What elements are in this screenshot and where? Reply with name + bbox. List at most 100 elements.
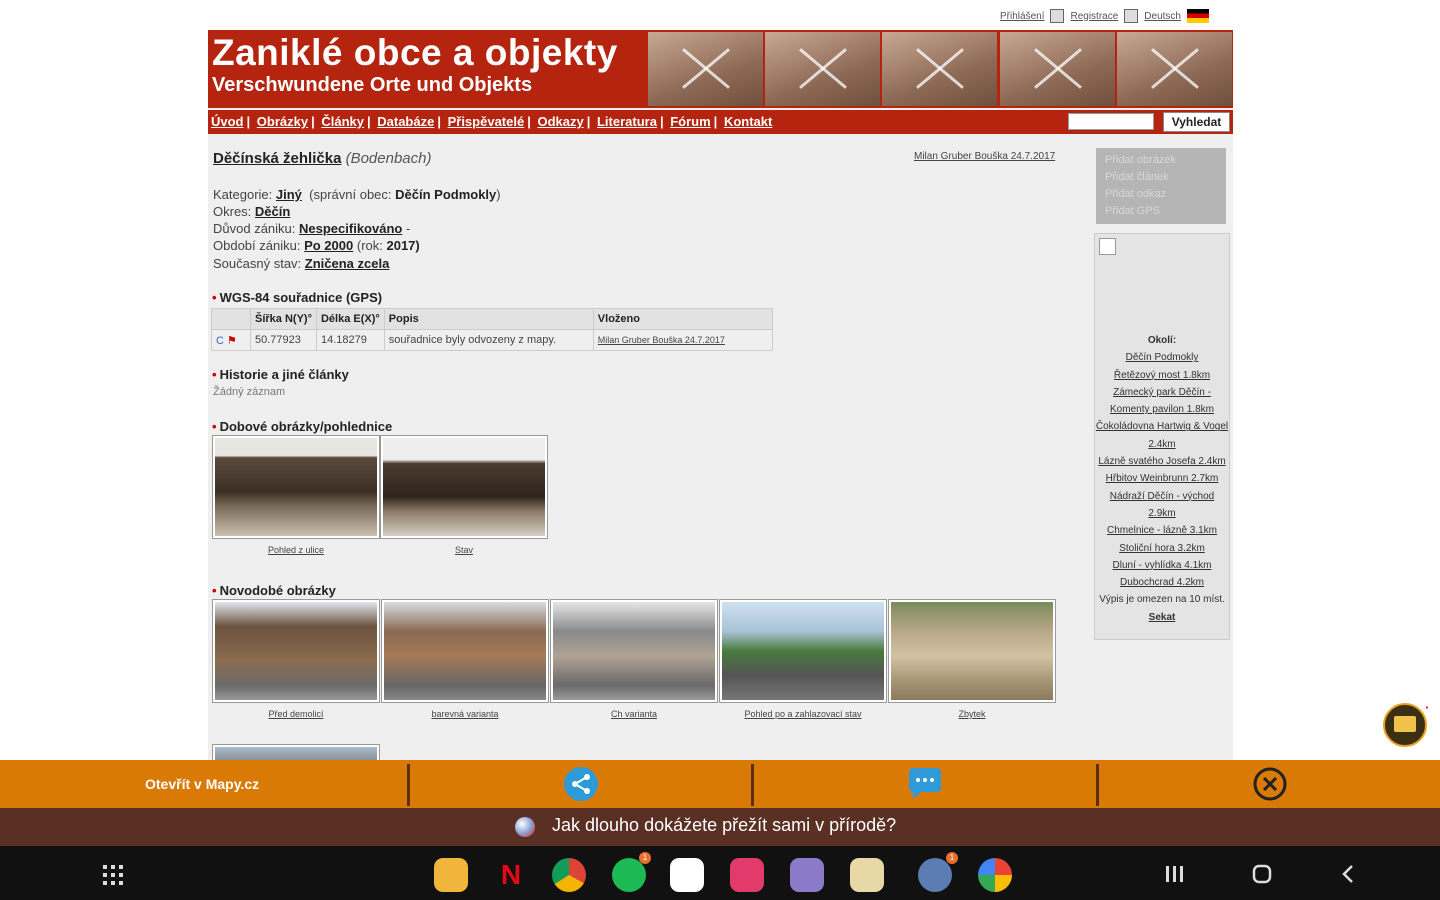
notes-app-icon[interactable] (850, 858, 884, 892)
history-empty: Žádný záznam (213, 386, 286, 398)
globe-icon (515, 817, 535, 837)
nav-item-clanky[interactable]: Články (321, 114, 364, 129)
period-images-heading: Dobové obrázky/pohlednice (212, 419, 393, 434)
video-app-icon[interactable] (730, 858, 764, 892)
nearby-item[interactable]: Hřbitov Weinbrunn 2.7km (1095, 470, 1229, 487)
period-image-caption[interactable]: Stav (380, 545, 548, 555)
nav-item-kontakt[interactable]: Kontakt (724, 114, 772, 129)
period-image-2[interactable] (380, 435, 548, 539)
nav-item-obrazky[interactable]: Obrázky (257, 114, 308, 129)
chrome-app-icon[interactable] (552, 858, 586, 892)
nav-item-odkazy[interactable]: Odkazy (537, 114, 583, 129)
modern-image-1[interactable] (212, 599, 380, 703)
category-row: Kategorie: Jiný (správní obec: Děčín Pod… (213, 187, 501, 202)
nav-item-forum[interactable]: Fórum (670, 114, 710, 129)
files-app-icon[interactable] (434, 858, 468, 892)
reason-link[interactable]: Nespecifikováno (299, 221, 402, 236)
state-link[interactable]: Zničena zcela (305, 256, 390, 271)
nearby-item[interactable]: Nádraží Děčín - východ 2.9km (1095, 488, 1229, 523)
banner-photo (1117, 32, 1232, 106)
notification-dot: · (1425, 699, 1430, 715)
add-image-link[interactable]: Přidat obrázek (1105, 152, 1226, 169)
map-pin-icon[interactable]: ⚑ (227, 335, 237, 347)
nearby-item[interactable]: Chmelnice - lázně 3.1km (1095, 522, 1229, 539)
close-icon[interactable] (1252, 766, 1288, 802)
nearby-item[interactable]: Stoliční hora 3.2km (1095, 540, 1229, 557)
recents-icon[interactable] (1164, 864, 1186, 884)
period-image-1[interactable] (212, 435, 380, 539)
play-store-app-icon[interactable] (670, 858, 704, 892)
nearby-item[interactable]: Čokoládovna Hartwig & Vogel 2.4km (1095, 418, 1229, 453)
book-fab-button[interactable]: · (1383, 699, 1430, 747)
login-icon (1050, 9, 1065, 23)
period-link[interactable]: Po 2000 (304, 238, 353, 253)
table-row: C ⚑ 50.77923 14.18279 souřadnice byly od… (211, 329, 773, 351)
modern-image-2[interactable] (381, 599, 549, 703)
coords-added[interactable]: Milan Gruber Bouška 24.7.2017 (592, 329, 773, 351)
ad-banner[interactable]: Jak dlouho dokážete přežít sami v přírod… (0, 808, 1440, 846)
register-link[interactable]: Registrace (1070, 11, 1118, 22)
object-name[interactable]: Děčínská žehlička (213, 150, 341, 167)
share-icon[interactable] (563, 766, 599, 802)
object-name-de: (Bodenbach) (345, 150, 432, 167)
nearby-limit-row: Výpis je omezen na 10 míst. Sekat (1099, 594, 1225, 623)
nearby-item[interactable]: Zámecký park Děčín - Komenty pavilon 1.8… (1095, 384, 1229, 419)
coords-lon: 14.18279 (315, 329, 385, 351)
coords-header-lon: Délka E(X)° (315, 308, 385, 330)
author-date[interactable]: Milan Gruber Bouška 24.7.2017 (914, 151, 1055, 162)
search-input[interactable] (1068, 113, 1154, 130)
period-row: Období zániku: Po 2000 (rok: 2017) (213, 238, 420, 253)
modern-image-caption[interactable]: Zbytek (888, 709, 1056, 719)
nearby-item[interactable]: Lázně svatého Josefa 2.4km (1095, 453, 1229, 470)
modern-images-heading: Novodobé obrázky (212, 583, 336, 598)
nearby-item[interactable]: Děčín Podmokly (1095, 349, 1229, 366)
photos-app-icon[interactable] (978, 858, 1012, 892)
nearby-item[interactable]: Řetězový most 1.8km (1095, 367, 1229, 384)
netflix-app-icon[interactable]: N (494, 858, 528, 892)
notification-badge: 1 (946, 852, 958, 864)
coords-header-lat: Šířka N(Y)° (250, 308, 317, 330)
language-link[interactable]: Deutsch (1144, 11, 1181, 22)
nearby-item[interactable]: Dubochcrad 4.2km (1095, 574, 1229, 591)
nearby-item[interactable]: Dluní - vyhlídka 4.1km (1095, 557, 1229, 574)
modern-image-3[interactable] (550, 599, 718, 703)
nav-item-databaze[interactable]: Databáze (377, 114, 434, 129)
modern-image-caption[interactable]: Před demolicí (212, 709, 380, 719)
back-icon[interactable] (1338, 863, 1358, 885)
add-link-link[interactable]: Přidat odkaz (1105, 186, 1226, 203)
modern-image-caption[interactable]: Ch varianta (550, 709, 718, 719)
search-button[interactable]: Vyhledat (1163, 112, 1230, 132)
login-link[interactable]: Přihlášení (1000, 11, 1044, 22)
modern-image-5[interactable] (888, 599, 1056, 703)
period-image-caption[interactable]: Pohled z ulice (212, 545, 380, 555)
notification-badge: 1 (639, 852, 651, 864)
coords-desc: souřadnice byly odvozeny z mapy. (383, 329, 594, 351)
coords-header-added: Vloženo (592, 308, 773, 330)
telegram-app-icon[interactable] (918, 858, 952, 892)
app-action-bar: Otevřít v Mapy.cz (0, 760, 1440, 808)
ad-text: Jak dlouho dokážete přežít sami v přírod… (552, 815, 897, 835)
site-banner[interactable]: Zaniklé obce a objekty Verschwundene Ort… (208, 30, 1233, 108)
nav-item-literatura[interactable]: Literatura (597, 114, 657, 129)
actions-box: Přidat obrázek Přidat článek Přidat odka… (1096, 148, 1226, 224)
folder-app-icon[interactable] (790, 858, 824, 892)
district-link[interactable]: Děčín (255, 204, 290, 219)
modern-image-caption[interactable]: barevná varianta (381, 709, 549, 719)
chat-icon[interactable] (905, 766, 945, 802)
modern-image-6[interactable] (212, 744, 380, 760)
category-link[interactable]: Jiný (276, 187, 302, 202)
coords-lat: 50.77923 (250, 329, 317, 351)
home-icon[interactable] (1251, 863, 1273, 885)
german-flag-icon[interactable] (1186, 9, 1209, 23)
site-title: Zaniklé obce a objekty (212, 32, 618, 73)
coords-copy-icon[interactable]: C (216, 335, 224, 347)
open-map-button[interactable]: Otevřít v Mapy.cz (145, 776, 259, 792)
nav-item-prispevatele[interactable]: Přispěvatelé (448, 114, 525, 129)
add-gps-link[interactable]: Přidat GPS (1105, 203, 1226, 220)
nearby-more-link[interactable]: Sekat (1149, 612, 1176, 623)
add-article-link[interactable]: Přidat článek (1105, 169, 1226, 186)
apps-grid-icon[interactable] (102, 864, 124, 886)
nav-item-uvod[interactable]: Úvod (211, 114, 244, 129)
modern-image-caption[interactable]: Pohled po a zahlazovací stav (719, 709, 887, 719)
modern-image-4[interactable] (719, 599, 887, 703)
